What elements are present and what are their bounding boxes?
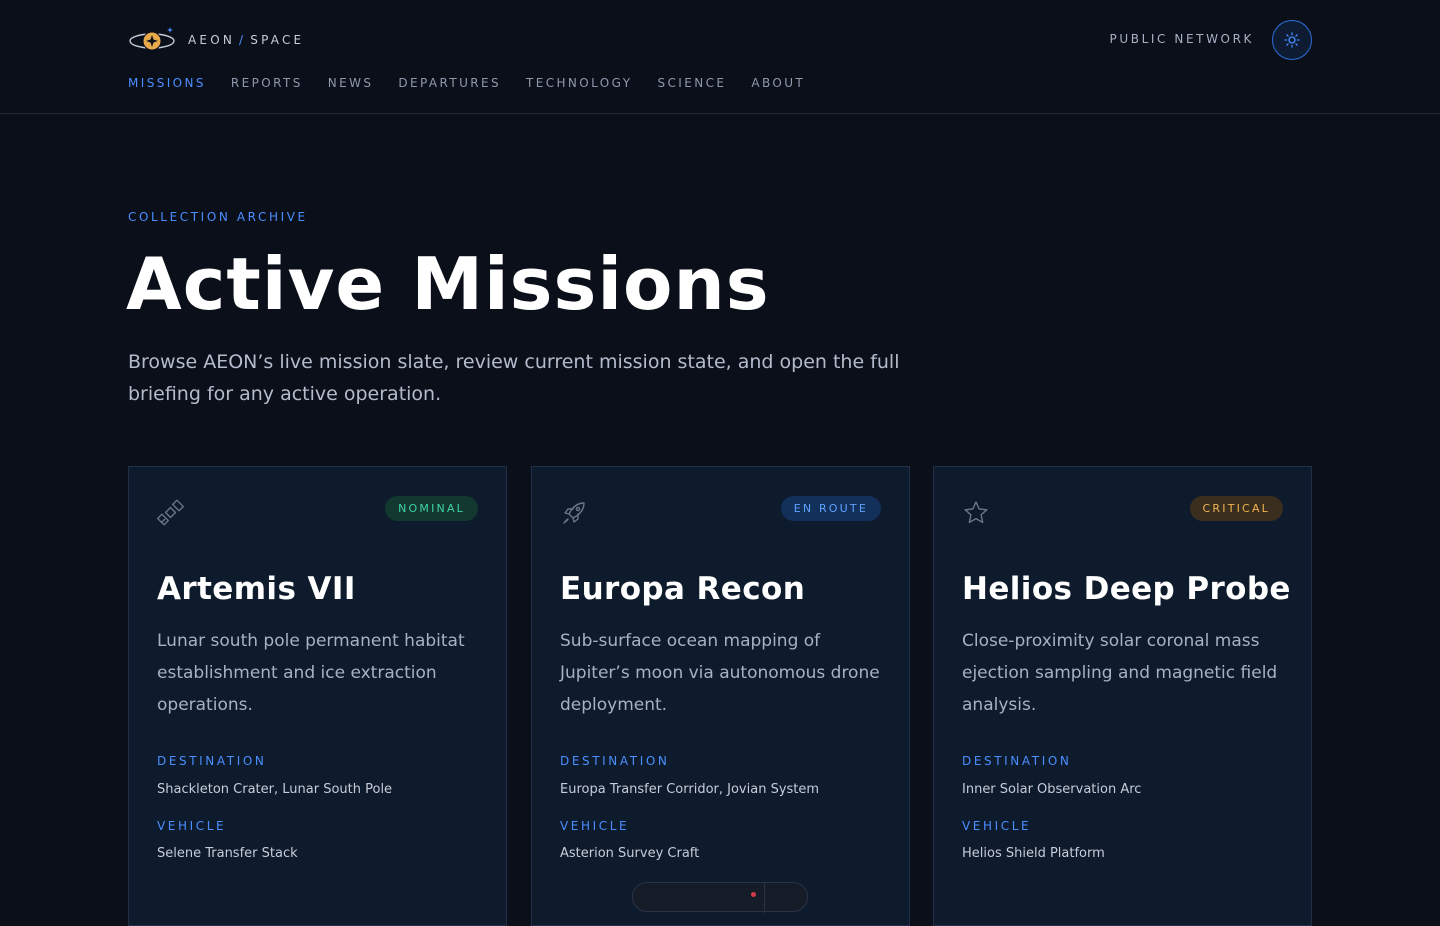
destination-label: DESTINATION [962,754,1072,768]
theme-toggle-button[interactable] [1272,20,1312,60]
vehicle-label: VEHICLE [157,819,227,833]
mission-card-europa[interactable]: EN ROUTE Europa Recon Sub-surface ocean … [531,466,910,926]
planet-ring-icon [129,27,175,51]
site-header: AEON / SPACE PUBLIC NETWORK MISSIONS REPOR… [0,0,1440,114]
star-icon [964,501,988,524]
brand-logo[interactable]: AEON / SPACE [128,24,304,56]
sun-icon [1284,32,1300,48]
destination-value: Shackleton Crater, Lunar South Pole [157,782,393,797]
nav-science[interactable]: SCIENCE [658,76,727,90]
nav-departures[interactable]: DEPARTURES [398,76,501,90]
brand-name-right: SPACE [250,33,305,47]
notification-dot [751,892,756,897]
page-title: Active Missions [126,242,770,326]
nav-technology[interactable]: TECHNOLOGY [526,76,632,90]
satellite-icon [157,499,185,526]
vehicle-label: VEHICLE [962,819,1032,833]
vehicle-value: Asterion Survey Craft [560,846,700,861]
vehicle-value: Helios Shield Platform [962,846,1105,861]
destination-label: DESTINATION [560,754,670,768]
page-description: Browse AEON’s live mission slate, review… [128,351,900,405]
mission-title: Europa Recon [560,571,806,607]
brand-separator: / [239,33,247,47]
vehicle-value: Selene Transfer Stack [157,846,298,861]
nav-about[interactable]: ABOUT [751,76,805,90]
nav-news[interactable]: NEWS [328,76,374,90]
status-badge: NOMINAL [385,496,478,521]
status-badge: EN ROUTE [780,496,881,521]
nav-reports[interactable]: REPORTS [231,76,303,90]
toolbar-divider [764,883,765,913]
nav-missions[interactable]: MISSIONS [128,76,206,90]
mission-title: Artemis VII [157,571,356,607]
status-badge: CRITICAL [1189,496,1283,521]
mission-description: Lunar south pole permanent habitat estab… [157,631,465,715]
destination-value: Europa Transfer Corridor, Jovian System [560,782,820,797]
mission-card-artemis[interactable]: NOMINAL Artemis VII Lunar south pole per… [128,466,507,926]
main-nav: MISSIONS REPORTS NEWS DEPARTURES TECHNOL… [128,76,805,90]
brand-name-left: AEON [188,33,236,47]
destination-label: DESTINATION [157,754,267,768]
destination-value: Inner Solar Observation Arc [962,782,1142,797]
mission-description: Close-proximity solar coronal mass eject… [962,631,1278,715]
network-label: PUBLIC NETWORK [1109,32,1254,46]
mission-title: Helios Deep Probe [962,571,1291,607]
section-eyebrow: COLLECTION ARCHIVE [128,210,308,224]
rocket-icon [563,502,585,524]
brand-name: AEON / SPACE [188,33,304,47]
mission-card-helios[interactable]: CRITICAL Helios Deep Probe Close-proximi… [933,466,1312,926]
floating-toolbar[interactable] [632,882,808,913]
vehicle-label: VEHICLE [560,819,630,833]
mission-description: Sub-surface ocean mapping of Jupiter’s m… [560,631,880,715]
